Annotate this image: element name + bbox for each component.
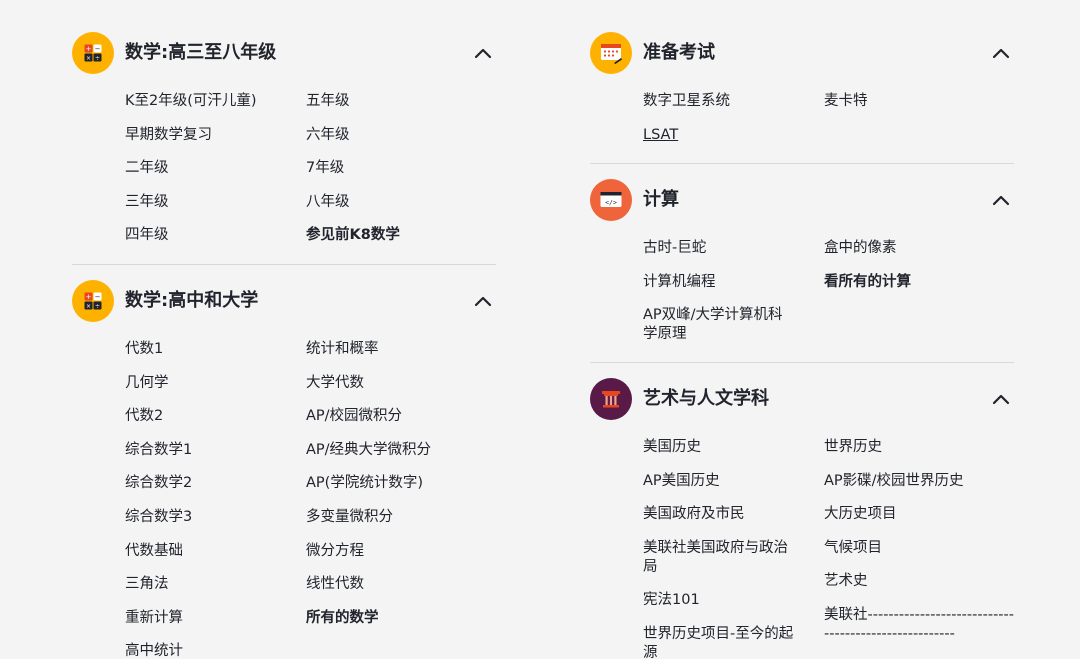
section-divider: [72, 264, 496, 265]
link-ap-calculus-ab[interactable]: AP/校园微积分: [306, 407, 482, 426]
link-pixar-in-a-box[interactable]: 盒中的像素: [824, 239, 1000, 258]
column-pillar-icon: [590, 378, 632, 420]
math-blocks-icon: + − × ÷: [72, 280, 114, 322]
section-title: 准备考试: [643, 42, 715, 63]
link-precalculus[interactable]: 重新计算: [125, 609, 301, 628]
link-college-algebra[interactable]: 大学代数: [306, 374, 482, 393]
section-header-computing[interactable]: </> 计算: [590, 179, 1014, 221]
chevron-up-icon[interactable]: [988, 40, 1014, 66]
math-blocks-icon: + − × ÷: [72, 32, 114, 74]
link-art-history[interactable]: 艺术史: [824, 572, 1014, 591]
links-column-1: K至2年级(可汗儿童) 早期数学复习 二年级 三年级 四年级: [125, 92, 301, 260]
link-k2-khan-kids[interactable]: K至2年级(可汗儿童): [125, 92, 301, 111]
links-column-2: 五年级 六年级 7年级 八年级 参见前K8数学: [306, 92, 482, 260]
chevron-up-icon[interactable]: [988, 187, 1014, 213]
links-column-2: 盒中的像素 看所有的计算: [824, 239, 1000, 306]
code-window-icon: </>: [590, 179, 632, 221]
section-header-test-prep[interactable]: 准备考试: [590, 32, 1014, 74]
link-constitution-101[interactable]: 宪法101: [643, 591, 799, 610]
links-column-2: 世界历史 AP影碟/校园世界历史 大历史项目 气候项目 艺术史 美联社-----…: [824, 438, 1014, 659]
link-ap-statistics[interactable]: AP(学院统计数字): [306, 474, 482, 493]
link-5th-grade[interactable]: 五年级: [306, 92, 482, 111]
svg-text:÷: ÷: [95, 55, 100, 62]
svg-text:÷: ÷: [95, 303, 100, 310]
svg-text:−: −: [95, 293, 101, 301]
link-world-history-project-origins[interactable]: 世界历史项目-至今的起源: [643, 625, 799, 659]
link-world-history[interactable]: 世界历史: [824, 438, 1014, 457]
section-title: 数学:高三至八年级: [125, 42, 277, 63]
link-ap-world-history[interactable]: AP影碟/校园世界历史: [824, 472, 1014, 491]
calendar-test-icon: [590, 32, 632, 74]
link-us-government-civics[interactable]: 美国政府及市民: [643, 505, 799, 524]
svg-text:×: ×: [86, 303, 91, 310]
subject-menu: + − × ÷ 数学:高三至八年级 K至2年级(可汗儿童) 早期数学复习 二年级…: [0, 0, 1080, 659]
link-4th-grade[interactable]: 四年级: [125, 226, 301, 245]
link-ap-csp-python[interactable]: 古时-巨蛇: [643, 239, 793, 258]
chevron-up-icon[interactable]: [470, 40, 496, 66]
link-us-history[interactable]: 美国历史: [643, 438, 799, 457]
section-title: 数学:高中和大学: [125, 290, 259, 311]
link-geometry[interactable]: 几何学: [125, 374, 301, 393]
chevron-up-icon[interactable]: [470, 288, 496, 314]
link-trigonometry[interactable]: 三角法: [125, 575, 301, 594]
svg-text:−: −: [95, 45, 101, 53]
section-title: 艺术与人文学科: [643, 388, 769, 409]
link-lsat[interactable]: LSAT: [643, 126, 819, 145]
section-header-math-k8[interactable]: + − × ÷ 数学:高三至八年级: [72, 32, 496, 74]
link-statistics-probability[interactable]: 统计和概率: [306, 340, 482, 359]
link-3rd-grade[interactable]: 三年级: [125, 193, 301, 212]
section-header-arts[interactable]: 艺术与人文学科: [590, 378, 1014, 420]
links-column-1: 古时-巨蛇 计算机编程 AP双峰/大学计算机科学原理: [643, 239, 793, 359]
svg-text:+: +: [86, 293, 92, 301]
links-column-1: 数字卫星系统 LSAT: [643, 92, 819, 159]
link-6th-grade[interactable]: 六年级: [306, 126, 482, 145]
links-column-2: 统计和概率 大学代数 AP/校园微积分 AP/经典大学微积分 AP(学院统计数字…: [306, 340, 482, 642]
link-ap-art-history[interactable]: 美联社-------------------------------------…: [824, 606, 1014, 644]
section-divider: [590, 362, 1014, 363]
link-climate-project[interactable]: 气候项目: [824, 539, 1014, 558]
chevron-up-icon[interactable]: [988, 386, 1014, 412]
svg-text:+: +: [86, 45, 92, 53]
section-header-math-hs[interactable]: + − × ÷ 数学:高中和大学: [72, 280, 496, 322]
link-early-math-review[interactable]: 早期数学复习: [125, 126, 301, 145]
links-column-1: 代数1 几何学 代数2 综合数学1 综合数学2 综合数学3 代数基础 三角法 重…: [125, 340, 301, 659]
link-algebra-basics[interactable]: 代数基础: [125, 542, 301, 561]
link-algebra-2[interactable]: 代数2: [125, 407, 301, 426]
link-ap-computer-science-principles[interactable]: AP双峰/大学计算机科学原理: [643, 306, 793, 344]
link-algebra-1[interactable]: 代数1: [125, 340, 301, 359]
links-column-1: 美国历史 AP美国历史 美国政府及市民 美联社美国政府与政治局 宪法101 世界…: [643, 438, 799, 659]
link-integrated-math-2[interactable]: 综合数学2: [125, 474, 301, 493]
link-ap-us-history[interactable]: AP美国历史: [643, 472, 799, 491]
link-multivariable-calculus[interactable]: 多变量微积分: [306, 508, 482, 527]
link-see-all-k8-math[interactable]: 参见前K8数学: [306, 226, 482, 245]
section-title: 计算: [643, 189, 679, 210]
link-integrated-math-3[interactable]: 综合数学3: [125, 508, 301, 527]
link-big-history-project[interactable]: 大历史项目: [824, 505, 1014, 524]
link-high-school-statistics[interactable]: 高中统计: [125, 642, 301, 659]
link-mcat[interactable]: 麦卡特: [824, 92, 1000, 111]
link-linear-algebra[interactable]: 线性代数: [306, 575, 482, 594]
link-integrated-math-1[interactable]: 综合数学1: [125, 441, 301, 460]
link-2nd-grade[interactable]: 二年级: [125, 159, 301, 178]
svg-text:×: ×: [86, 55, 91, 62]
link-differential-equations[interactable]: 微分方程: [306, 542, 482, 561]
link-ap-us-government-politics[interactable]: 美联社美国政府与政治局: [643, 539, 799, 577]
section-divider: [590, 163, 1014, 164]
link-ap-calculus-bc[interactable]: AP/经典大学微积分: [306, 441, 482, 460]
links-column-2: 麦卡特: [824, 92, 1000, 126]
link-see-all-computing[interactable]: 看所有的计算: [824, 273, 1000, 292]
link-7th-grade[interactable]: 7年级: [306, 159, 482, 178]
link-digital-sat[interactable]: 数字卫星系统: [643, 92, 819, 111]
link-see-all-math[interactable]: 所有的数学: [306, 609, 482, 628]
link-8th-grade[interactable]: 八年级: [306, 193, 482, 212]
link-computer-programming[interactable]: 计算机编程: [643, 273, 793, 292]
svg-text:</>: </>: [605, 198, 617, 206]
